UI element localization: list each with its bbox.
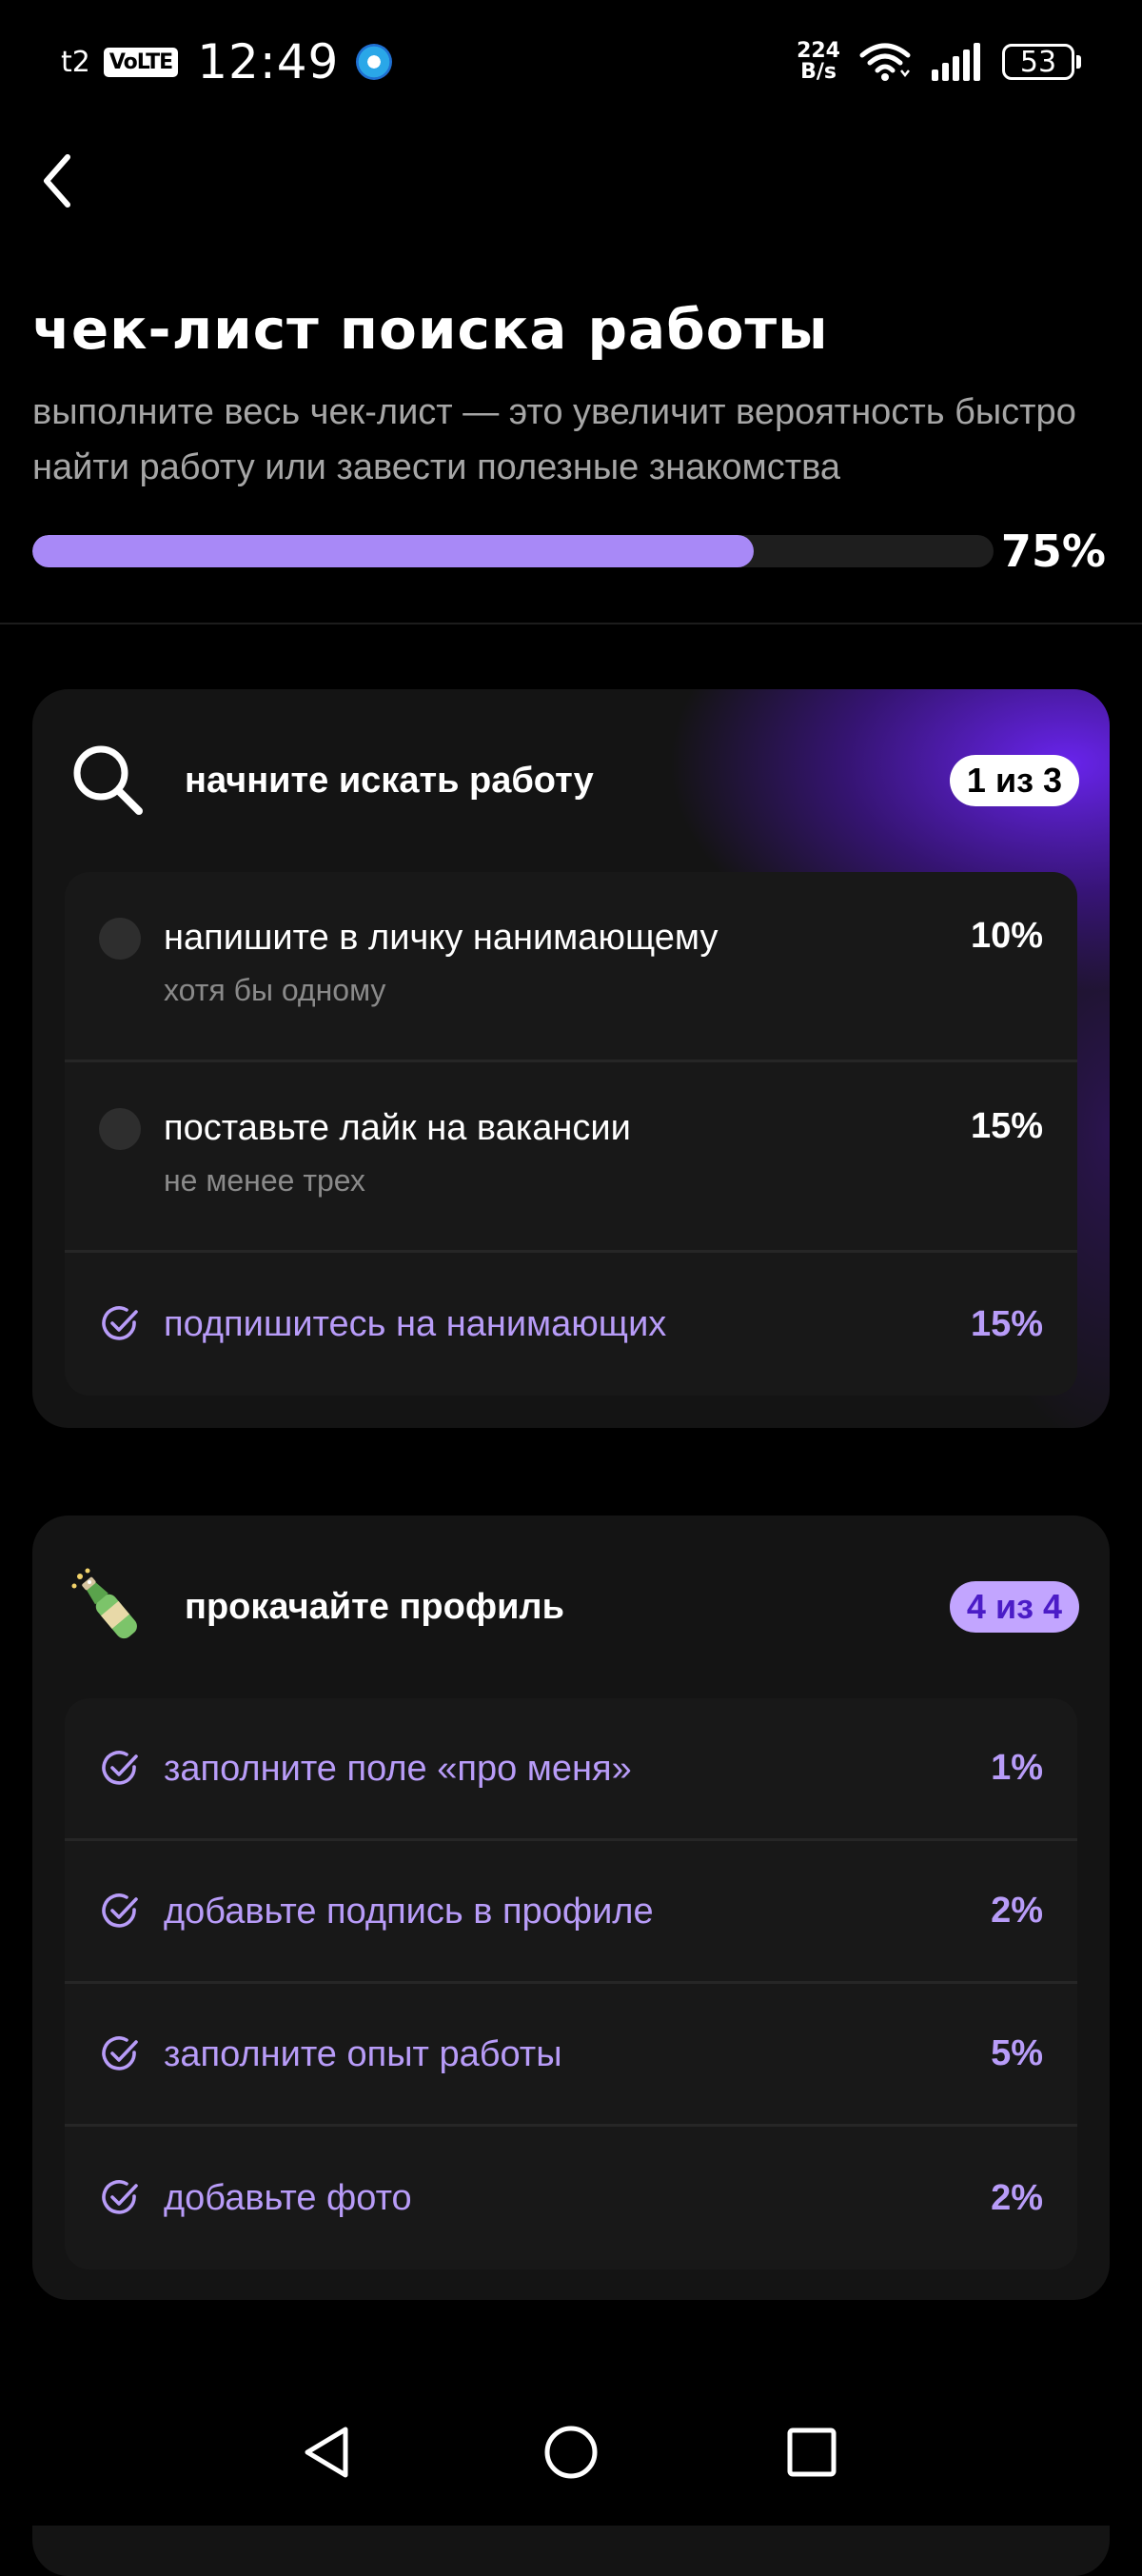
task-item-message-recruiter[interactable]: напишите в личку нанимающему хотя бы одн… [65, 872, 1077, 1062]
network-speed-unit: B/s [800, 60, 837, 84]
task-percent: 15% [970, 1303, 1043, 1344]
section-progress-badge: 4 из 4 [949, 1581, 1079, 1633]
section-header[interactable]: прокачайте профиль 4 из 4 [32, 1516, 1110, 1698]
task-item-work-experience[interactable]: заполните опыт работы 5% [65, 1984, 1077, 2127]
task-percent: 10% [970, 916, 1043, 956]
signal-icon [932, 43, 980, 81]
section-progress-badge: 1 из 3 [949, 755, 1079, 806]
task-percent: 2% [991, 2177, 1043, 2218]
check-circle-icon [99, 1748, 141, 1790]
task-percent: 15% [970, 1106, 1043, 1146]
checklist-progress-fill [32, 535, 754, 567]
nav-back-button[interactable] [293, 2419, 360, 2486]
status-time: 12:49 [197, 34, 340, 89]
status-bar: t2 VoLTE 12:49 224 B/s 53 [0, 0, 1142, 124]
network-speed-value: 224 [797, 39, 840, 63]
check-circle-icon [99, 2177, 141, 2219]
nav-recents-button[interactable] [778, 2419, 845, 2486]
task-item-follow-recruiters[interactable]: подпишитесь на нанимающих 15% [65, 1253, 1077, 1396]
volte-badge: VoLTE [103, 47, 179, 77]
check-circle-icon [99, 1891, 141, 1932]
section-header[interactable]: начните искать работу 1 из 3 [32, 689, 1110, 872]
task-item-like-vacancies[interactable]: поставьте лайк на вакансии не менее трех… [65, 1062, 1077, 1253]
check-circle-icon [99, 1303, 141, 1345]
app-notification-icon [356, 44, 393, 80]
chevron-left-icon [44, 154, 70, 208]
page-subtitle: выполните весь чек-лист — это увеличит в… [32, 392, 1076, 487]
task-list: напишите в личку нанимающему хотя бы одн… [65, 872, 1077, 1396]
task-hint: не менее трех [164, 1163, 365, 1198]
checklist-progress-bar [32, 535, 994, 567]
section-card-profile: прокачайте профиль 4 из 4 заполните поле… [32, 1516, 1110, 2300]
checklist-progress-value: 75% [1000, 525, 1106, 577]
battery-indicator: 53 [1002, 44, 1081, 80]
unchecked-circle-icon [99, 1108, 141, 1150]
section-card-job-search: начните искать работу 1 из 3 напишите в … [32, 689, 1110, 1428]
task-item-about-me[interactable]: заполните поле «про меня» 1% [65, 1698, 1077, 1841]
task-title: добавьте фото [164, 2178, 412, 2218]
section-title: начните искать работу [185, 760, 594, 801]
triangle-back-icon [305, 2427, 348, 2478]
circle-home-icon [544, 2426, 598, 2479]
system-navigation-bar [0, 2383, 1142, 2526]
task-percent: 5% [991, 2033, 1043, 2073]
task-item-profile-caption[interactable]: добавьте подпись в профиле 2% [65, 1841, 1077, 1984]
square-recents-icon [787, 2427, 837, 2477]
task-title: заполните поле «про меня» [164, 1748, 632, 1789]
page-title: чек-лист поиска работы [32, 297, 829, 362]
carrier-label: t2 [61, 45, 90, 79]
task-title: заполните опыт работы [164, 2033, 562, 2074]
task-item-add-photo[interactable]: добавьте фото 2% [65, 2127, 1077, 2269]
battery-level: 53 [1002, 44, 1074, 80]
nav-home-button[interactable] [538, 2419, 604, 2486]
task-percent: 2% [991, 1891, 1043, 1931]
battery-tip [1076, 55, 1081, 69]
task-percent: 1% [991, 1748, 1043, 1788]
task-title: напишите в личку нанимающему [164, 918, 719, 958]
section-title: прокачайте профиль [185, 1586, 564, 1627]
task-hint: хотя бы одному [164, 973, 386, 1007]
champagne-icon [69, 1567, 148, 1647]
back-button[interactable] [29, 143, 86, 219]
magnifier-icon [69, 741, 148, 821]
task-list: заполните поле «про меня» 1% добавьте по… [65, 1698, 1077, 2269]
task-title: добавьте подпись в профиле [164, 1891, 654, 1932]
task-title: подпишитесь на нанимающих [164, 1304, 667, 1344]
header-divider [0, 623, 1142, 624]
unchecked-circle-icon [99, 918, 141, 960]
wifi-icon [859, 43, 911, 81]
network-speed: 224 B/s [797, 41, 840, 83]
task-title: поставьте лайк на вакансии [164, 1108, 631, 1148]
check-circle-icon [99, 2033, 141, 2075]
